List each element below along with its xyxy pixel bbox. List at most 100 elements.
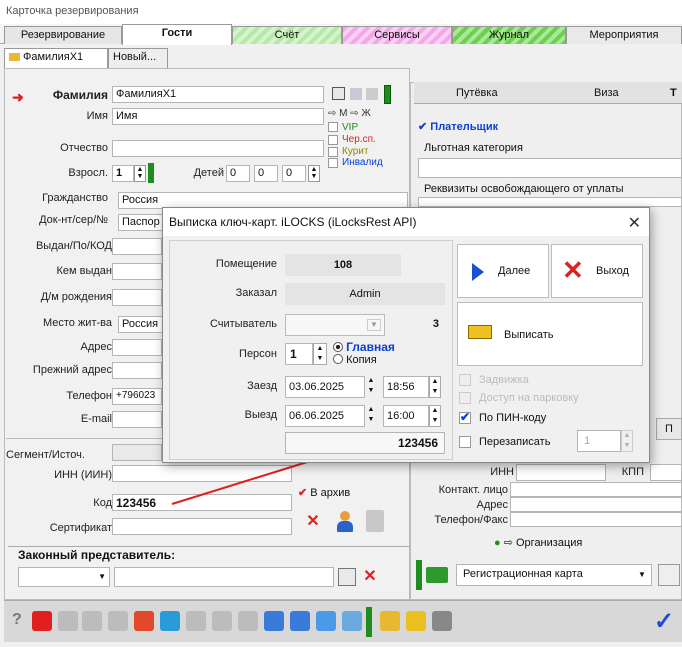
checkin-icon[interactable]	[82, 611, 102, 631]
checkout-time-field[interactable]: 16:00	[383, 405, 429, 427]
close-icon[interactable]: ✕	[628, 213, 641, 233]
reg-card-select[interactable]: Регистрационная карта	[456, 564, 652, 586]
card-icon[interactable]	[350, 88, 362, 100]
subtab-new[interactable]: Новый...	[108, 48, 168, 68]
children-field-3[interactable]: 0	[282, 165, 306, 182]
user-icon[interactable]	[334, 510, 356, 534]
pin-field[interactable]: 123456	[285, 432, 445, 454]
guests-icon[interactable]	[108, 611, 128, 631]
address-field[interactable]	[112, 339, 162, 356]
legal-rep-type-select[interactable]: ▼	[18, 567, 110, 587]
exit-door-icon[interactable]	[134, 611, 154, 631]
birth-field[interactable]	[112, 289, 162, 306]
rewrite-count-field[interactable]: 1	[577, 430, 621, 452]
tab-voucher[interactable]: Путёвка	[456, 87, 498, 99]
room-field[interactable]: 108	[285, 254, 401, 276]
rewrite-spinner[interactable]: ▲ ▼	[621, 430, 633, 452]
tab-account[interactable]: Счёт	[232, 26, 342, 44]
persons-field[interactable]: 1	[285, 343, 313, 365]
guest-home-icon[interactable]	[32, 611, 52, 631]
trash-icon[interactable]	[366, 510, 384, 532]
checkin-date-field[interactable]: 03.06.2025	[285, 376, 365, 398]
gender-m[interactable]: М	[339, 108, 347, 119]
exempt-field[interactable]	[418, 197, 682, 207]
payer-inn-field[interactable]	[516, 464, 606, 481]
residence-field[interactable]: Россия	[118, 316, 164, 333]
pin-code-checkbox[interactable]: ✔	[459, 410, 471, 424]
vip-checkbox[interactable]	[328, 122, 338, 132]
confirm-checkmark-icon[interactable]: ✓	[654, 607, 674, 636]
delete-icon[interactable]: ✕	[360, 566, 380, 586]
doc-field[interactable]: Паспор	[118, 214, 164, 231]
patronymic-field[interactable]	[112, 140, 324, 157]
gender-switch[interactable]: ⇨ М ⇨ Ж	[328, 108, 371, 119]
tab-reservation[interactable]: Резервирование	[4, 26, 122, 44]
tab-journal[interactable]: Журнал	[452, 26, 566, 44]
adults-field[interactable]: 1	[112, 165, 134, 182]
tab-services[interactable]: Сервисы	[342, 26, 452, 44]
tab-visa[interactable]: Виза	[594, 87, 619, 99]
card-icon[interactable]	[238, 611, 258, 631]
tab-t[interactable]: Т	[670, 87, 677, 99]
printer-icon[interactable]	[658, 564, 680, 586]
checkout-date-spinner[interactable]: ▲ ▼	[365, 405, 377, 427]
checkmark-icon[interactable]	[332, 87, 345, 100]
persons-spinner[interactable]: ▲ ▼	[313, 343, 327, 365]
help-icon[interactable]: ?	[12, 611, 22, 629]
payer-address-field[interactable]	[510, 497, 682, 512]
rewrite-checkbox[interactable]	[459, 436, 471, 448]
copy-radio[interactable]: Копия	[333, 354, 377, 366]
document-icon[interactable]	[58, 611, 78, 631]
parking-checkbox[interactable]	[459, 392, 471, 404]
edit-icon[interactable]	[338, 568, 356, 586]
checkout-date-field[interactable]: 06.06.2025	[285, 405, 365, 427]
children-field-2[interactable]: 0	[254, 165, 278, 182]
subtab-guest1[interactable]: ФамилияX1	[4, 48, 108, 68]
gender-f[interactable]: Ж	[361, 108, 370, 119]
person-icon[interactable]	[186, 611, 206, 631]
trash-icon[interactable]	[366, 88, 378, 100]
children-spinner[interactable]: ▲ ▼	[308, 165, 320, 182]
email-icon[interactable]	[264, 611, 284, 631]
group-icon[interactable]	[212, 611, 232, 631]
checkin-date-spinner[interactable]: ▲ ▼	[365, 376, 377, 398]
payer-option[interactable]: ✔ Плательщик	[418, 120, 498, 133]
main-radio[interactable]: Главная	[333, 340, 395, 354]
issued-by-field[interactable]	[112, 263, 162, 280]
phone-icon[interactable]	[406, 611, 426, 631]
payer-kpp-field[interactable]	[650, 464, 682, 481]
phone-field[interactable]: +796023	[112, 388, 162, 405]
checkin-time-spinner[interactable]: ▲ ▼	[429, 376, 441, 398]
certificate-field[interactable]	[112, 518, 292, 535]
children-field-1[interactable]: 0	[226, 165, 250, 182]
sync-icon[interactable]	[342, 611, 362, 631]
issued-field[interactable]	[112, 238, 162, 255]
disabled-checkbox[interactable]	[328, 158, 338, 168]
delete-icon[interactable]: ✕	[302, 511, 324, 533]
bolt-checkbox[interactable]	[459, 374, 471, 386]
benefit-field[interactable]	[418, 158, 682, 178]
blacklist-checkbox[interactable]	[328, 135, 338, 145]
next-button[interactable]: Далее	[457, 244, 549, 298]
tab-events[interactable]: Мероприятия	[566, 26, 682, 44]
checkin-time-field[interactable]: 18:56	[383, 376, 429, 398]
org-toggle[interactable]: ● ⇨ Организация	[494, 536, 582, 549]
tab-guests[interactable]: Гости	[122, 24, 232, 45]
word-icon[interactable]	[290, 611, 310, 631]
phone-fax-field[interactable]	[510, 512, 682, 527]
name-field[interactable]: Имя	[112, 108, 324, 125]
exit-button[interactable]: ✕ Выход	[551, 244, 643, 298]
email-field[interactable]	[112, 411, 162, 428]
legal-rep-field[interactable]	[114, 567, 334, 587]
contact-field[interactable]	[510, 482, 682, 497]
calculator-icon[interactable]	[160, 611, 180, 631]
palette-icon[interactable]	[380, 611, 400, 631]
issue-button[interactable]: Выписать	[457, 302, 643, 366]
tab-p[interactable]: П	[656, 418, 682, 440]
adults-spinner[interactable]: ▲ ▼	[134, 165, 146, 182]
scanner-icon[interactable]	[432, 611, 452, 631]
surname-field[interactable]: ФамилияX1	[112, 86, 324, 103]
add-window-icon[interactable]	[316, 611, 336, 631]
reader-select[interactable]: ▼	[285, 314, 385, 336]
smoker-checkbox[interactable]	[328, 147, 338, 157]
